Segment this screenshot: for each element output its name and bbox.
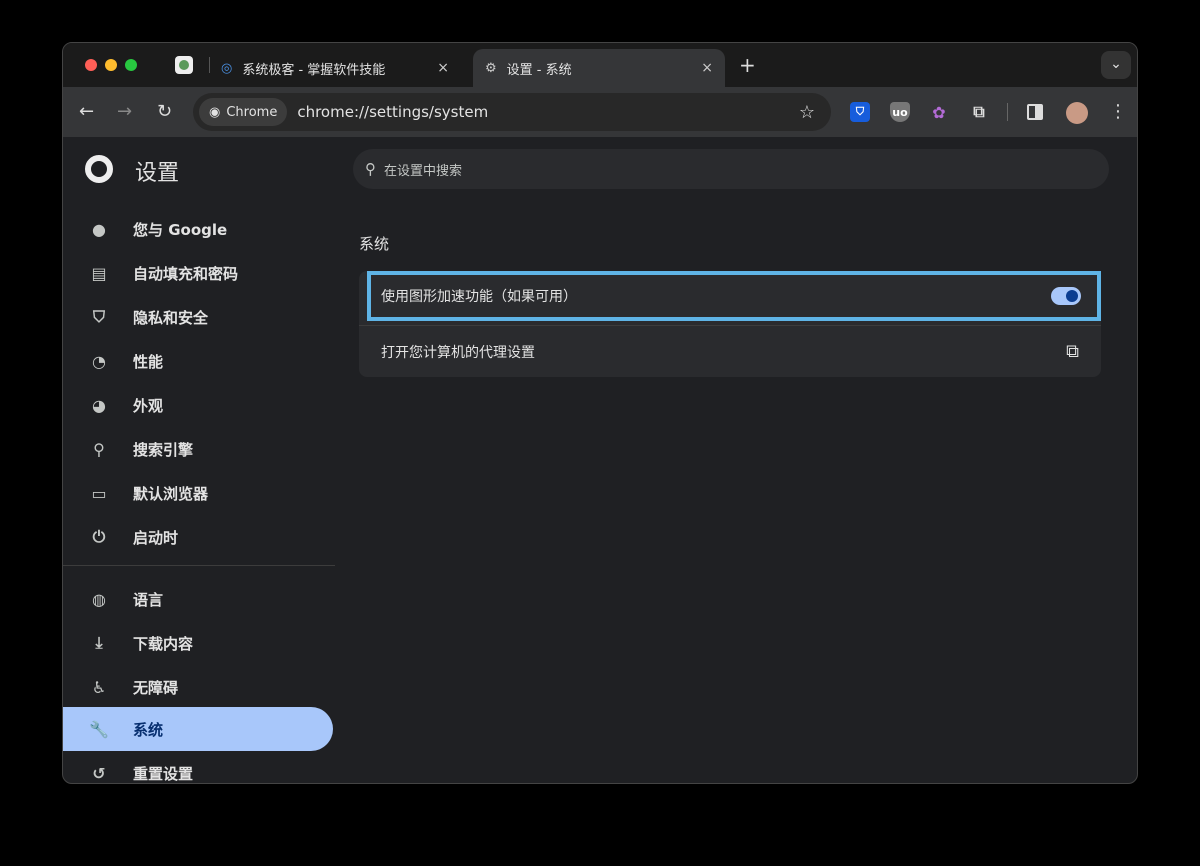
sidebar-item-label: 外观 [133, 396, 164, 415]
globe-icon: ◍ [92, 589, 106, 609]
clipboard-icon: ▤ [91, 263, 107, 283]
bitwarden-icon[interactable]: ⛉ [850, 102, 870, 122]
new-tab-button[interactable]: + [739, 53, 756, 77]
sidebar-item-label: 隐私和安全 [133, 308, 209, 327]
menu-button[interactable]: ⋮ [1109, 101, 1127, 122]
tab-title: 系统极客 - 掌握软件技能 [242, 62, 386, 78]
address-bar[interactable]: ◉ Chrome chrome://settings/system ☆ [193, 93, 831, 131]
back-button[interactable]: ← [79, 101, 94, 122]
row-label: 使用图形加速功能（如果可用） [381, 289, 577, 305]
browser-icon: ▭ [91, 483, 107, 503]
sidebar-item-you-and-google[interactable]: ● 您与 Google [63, 207, 333, 251]
wrench-icon: 🔧 [89, 719, 109, 739]
sidebar-item-label: 搜索引擎 [133, 440, 194, 459]
sidebar-item-label: 系统 [133, 720, 164, 739]
side-panel-icon[interactable] [1027, 104, 1043, 120]
chrome-logo [85, 155, 113, 183]
tab-divider [209, 57, 210, 73]
sidebar-item-privacy[interactable]: ⛉ 隐私和安全 [63, 295, 333, 339]
tab-xitongjike[interactable]: ◎ 系统极客 - 掌握软件技能 × [221, 49, 461, 87]
site-info-chip[interactable]: ◉ Chrome [199, 98, 288, 126]
profile-avatar[interactable] [1066, 102, 1088, 124]
sidebar-divider [63, 565, 335, 566]
sidebar-item-accessibility[interactable]: ♿ 无障碍 [63, 665, 333, 709]
history-icon: ↺ [92, 763, 106, 783]
gauge-icon: ◔ [92, 351, 106, 371]
toolbar: ← → ↻ ◉ Chrome chrome://settings/system ☆… [63, 87, 1137, 137]
close-tab-button[interactable]: × [701, 60, 713, 76]
accessibility-icon: ♿ [91, 677, 107, 697]
person-icon: ● [92, 219, 106, 239]
sidebar-item-label: 语言 [133, 590, 164, 609]
system-settings-card: 使用图形加速功能（如果可用） 打开您计算机的代理设置 ⧉ [359, 271, 1101, 377]
sidebar-item-downloads[interactable]: ⤓ 下载内容 [63, 621, 333, 665]
hardware-acceleration-toggle[interactable] [1051, 287, 1081, 305]
sidebar-item-label: 自动填充和密码 [133, 264, 239, 283]
sidebar-item-autofill[interactable]: ▤ 自动填充和密码 [63, 251, 333, 295]
search-placeholder: 在设置中搜索 [384, 163, 463, 179]
sidebar-item-label: 启动时 [133, 528, 179, 547]
openai-icon[interactable]: ✿ [929, 102, 949, 122]
browser-window: ◎ 系统极客 - 掌握软件技能 × ⚙ 设置 - 系统 × + ⌄ ← → ↻ … [62, 42, 1138, 784]
chip-label: Chrome [226, 104, 278, 120]
tab-title: 设置 - 系统 [506, 62, 572, 78]
gear-icon: ⚙ [485, 60, 497, 76]
pinned-tab-icon[interactable] [175, 56, 193, 74]
toolbar-divider [1007, 103, 1008, 121]
shield-icon: ⛉ [92, 307, 105, 326]
settings-sidebar: 设置 ● 您与 Google ▤ 自动填充和密码 ⛉ 隐私和安全 ◔ 性能 ◕ 外观 ⚲ 搜… [63, 137, 335, 783]
sidebar-item-search-engine[interactable]: ⚲ 搜索引擎 [63, 427, 333, 471]
proxy-settings-row[interactable]: 打开您计算机的代理设置 ⧉ [359, 325, 1101, 377]
maximize-window-button[interactable] [125, 59, 137, 71]
close-window-button[interactable] [85, 59, 97, 71]
sidebar-item-default-browser[interactable]: ▭ 默认浏览器 [63, 471, 333, 515]
tab-search-button[interactable]: ⌄ [1101, 51, 1131, 79]
close-tab-button[interactable]: × [437, 60, 449, 76]
ublock-origin-icon[interactable]: uo [890, 102, 910, 122]
palette-icon: ◕ [92, 395, 106, 415]
sidebar-item-label: 性能 [133, 352, 164, 371]
tab-settings[interactable]: ⚙ 设置 - 系统 × [473, 49, 725, 87]
sidebar-item-label: 无障碍 [133, 678, 179, 697]
sidebar-item-languages[interactable]: ◍ 语言 [63, 577, 333, 621]
sidebar-item-appearance[interactable]: ◕ 外观 [63, 383, 333, 427]
sidebar-item-label: 下载内容 [133, 634, 194, 653]
sidebar-item-on-startup[interactable]: ⏻ 启动时 [63, 515, 333, 559]
sidebar-item-label: 重置设置 [133, 764, 194, 783]
power-icon: ⏻ [92, 527, 106, 546]
forward-button[interactable]: → [117, 101, 132, 122]
sidebar-item-performance[interactable]: ◔ 性能 [63, 339, 333, 383]
chrome-icon: ◉ [209, 104, 221, 120]
bookmark-star-icon[interactable]: ☆ [799, 102, 815, 123]
sidebar-item-reset[interactable]: ↺ 重置设置 [63, 751, 333, 783]
tab-strip: ◎ 系统极客 - 掌握软件技能 × ⚙ 设置 - 系统 × + ⌄ [63, 43, 1137, 87]
section-title: 系统 [359, 235, 390, 253]
site-favicon-icon: ◎ [221, 60, 233, 76]
search-icon: ⚲ [365, 160, 376, 178]
extensions-puzzle-icon[interactable]: ⧉ [969, 102, 989, 122]
download-icon: ⤓ [95, 633, 103, 652]
open-external-icon[interactable]: ⧉ [1066, 341, 1079, 362]
row-label: 打开您计算机的代理设置 [381, 344, 535, 361]
page-title: 设置 [135, 161, 180, 186]
settings-search[interactable]: ⚲ 在设置中搜索 [353, 149, 1109, 189]
reload-button[interactable]: ↻ [157, 101, 172, 122]
minimize-window-button[interactable] [105, 59, 117, 71]
sidebar-item-label: 默认浏览器 [133, 484, 209, 503]
hardware-acceleration-row[interactable]: 使用图形加速功能（如果可用） [367, 271, 1101, 321]
url-text[interactable]: chrome://settings/system [297, 103, 488, 121]
search-icon: ⚲ [93, 439, 105, 459]
sidebar-item-label: 您与 Google [133, 220, 228, 239]
sidebar-item-system[interactable]: 🔧 系统 [63, 707, 333, 751]
